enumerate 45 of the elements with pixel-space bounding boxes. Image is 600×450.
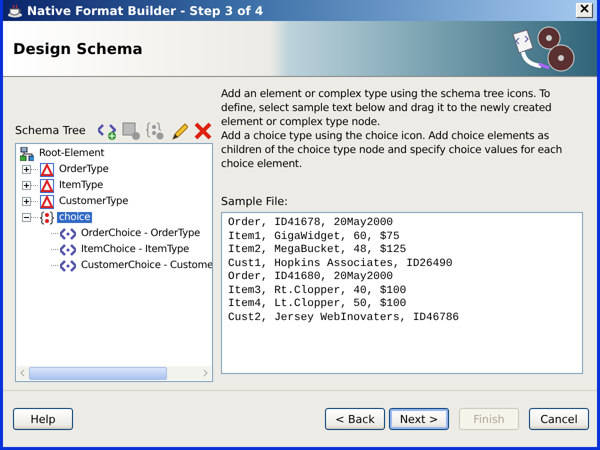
sample-line: Cust1, Hopkins Associates, ID26490 bbox=[228, 258, 452, 271]
instruction-text: Add an element or complex type using the schema tree icons. To define, select sample text below and drag it to the newly created element or complex type node. bbox=[221, 87, 553, 129]
sample-line: Item3, Rt.Clopper, 40, $100 bbox=[228, 284, 406, 298]
sample-line: Item2, MegaBucket, 48, $125 bbox=[228, 244, 406, 258]
sample-line: Item1, GigaWidget, 60, $75 bbox=[228, 230, 400, 244]
tree-item[interactable]: ItemType bbox=[57, 180, 106, 192]
braces-icon bbox=[40, 210, 54, 225]
tree-item[interactable]: OrderChoice - OrderType bbox=[79, 228, 202, 240]
expand-toggle[interactable] bbox=[22, 197, 31, 206]
delete-icon[interactable] bbox=[194, 122, 212, 140]
tree-item[interactable]: choice bbox=[57, 212, 92, 224]
pencil-icon[interactable] bbox=[170, 122, 188, 140]
hierarchy-icon bbox=[20, 146, 34, 161]
expand-toggle[interactable] bbox=[22, 165, 31, 174]
triangle-icon bbox=[40, 178, 54, 193]
instruction-text: Add a choice type using the choice icon. Add choice elements as children of the choice type node and specify choice values for each choice element. bbox=[221, 129, 564, 171]
expand-toggle[interactable] bbox=[22, 181, 31, 190]
page-title: Design Schema bbox=[13, 40, 144, 58]
sample-line: Order, ID41678, 20May2000 bbox=[228, 217, 394, 230]
sample-line: Order, ID41680, 20May2000 bbox=[228, 271, 394, 284]
close-button[interactable] bbox=[576, 3, 593, 18]
dialog-button[interactable]: Cancel bbox=[529, 408, 589, 430]
tree-item[interactable]: ItemChoice - ItemType bbox=[79, 244, 192, 256]
add-choice-icon[interactable] bbox=[146, 122, 164, 140]
close-icon bbox=[580, 4, 589, 13]
triangle-icon bbox=[40, 194, 54, 209]
tree-item[interactable]: CustomerType bbox=[57, 196, 130, 208]
dialog-button[interactable]: < Back bbox=[325, 408, 385, 430]
collapse-toggle[interactable] bbox=[22, 213, 31, 222]
window-title: Native Format Builder - Step 3 of 4 bbox=[27, 4, 264, 18]
field-label: Sample File: bbox=[221, 195, 289, 208]
add-element-icon[interactable] bbox=[98, 122, 116, 140]
diamond-tag-icon bbox=[60, 242, 76, 257]
coffee-cup-icon bbox=[7, 4, 23, 18]
panel-label: Schema Tree bbox=[15, 124, 86, 138]
diamond-tag-icon bbox=[60, 226, 76, 241]
dialog-button[interactable]: Next > bbox=[389, 408, 449, 430]
tree-item[interactable]: OrderType bbox=[57, 164, 111, 176]
dialog-button[interactable]: Help bbox=[13, 408, 73, 430]
triangle-icon bbox=[40, 162, 54, 177]
tree-item[interactable]: Root-Element bbox=[37, 148, 106, 160]
sample-line: Cust2, Jersey WebInovaters, ID46786 bbox=[228, 312, 460, 325]
add-type-icon[interactable] bbox=[122, 122, 140, 140]
diamond-tag-icon bbox=[60, 258, 76, 273]
sample-line: Item4, Lt.Clopper, 50, $100 bbox=[228, 298, 406, 312]
